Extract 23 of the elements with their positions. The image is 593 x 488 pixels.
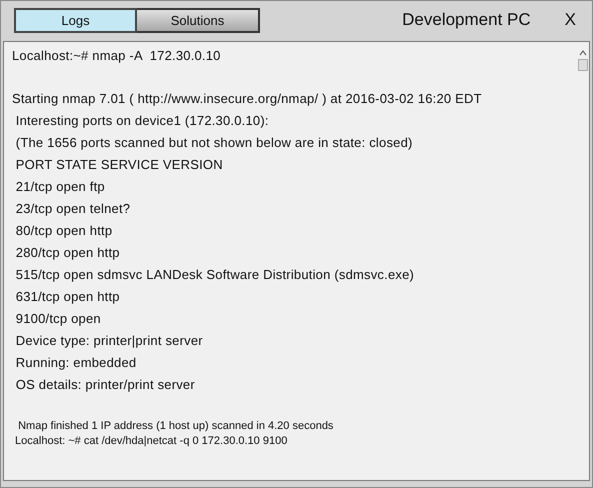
scroll-up-icon[interactable] (579, 50, 587, 56)
terminal-line: 21/tcp open ftp (14, 178, 106, 196)
terminal-line: Localhost: ~# cat /dev/hda|netcat -q 0 172.30.0.10 9100 (14, 434, 288, 449)
tab[interactable]: Logs (14, 8, 137, 32)
terminal-line: Running: embedded (14, 354, 138, 372)
terminal-line: 515/tcp open sdmsvc LANDesk Software Distribution (sdmsvc.exe) (14, 266, 416, 284)
terminal-line: Localhost:~# nmap -A 172.30.0.10 (12, 47, 222, 65)
terminal-line: Device type: printer|print server (14, 332, 204, 350)
terminal-line: OS details: printer/print server (14, 376, 196, 394)
terminal-line: 9100/tcp open (14, 310, 102, 328)
scroll-thumb[interactable] (578, 59, 588, 71)
terminal-line: PORT STATE SERVICE VERSION (14, 156, 224, 174)
terminal-line: 23/tcp open telnet? (14, 200, 132, 218)
terminal-line: Starting nmap 7.01 ( http://www.insecure.org/nmap/ ) at 2016-03-02 16:20 EDT (12, 90, 483, 108)
terminal-line: 80/tcp open http (14, 222, 114, 240)
terminal-line: Nmap finished 1 IP address (1 host up) scanned in 4.20 seconds (17, 419, 334, 434)
close-button[interactable]: X (560, 10, 580, 30)
terminal-line: 631/tcp open http (14, 288, 121, 306)
window-title: Development PC (402, 10, 531, 30)
terminal-line: (The 1656 ports scanned but not shown below are in state: closed) (14, 134, 414, 152)
terminal-line: 280/tcp open http (14, 244, 121, 262)
terminal-line: Interesting ports on device1 (172.30.0.10): (14, 112, 270, 130)
tab[interactable]: Solutions (137, 8, 260, 32)
